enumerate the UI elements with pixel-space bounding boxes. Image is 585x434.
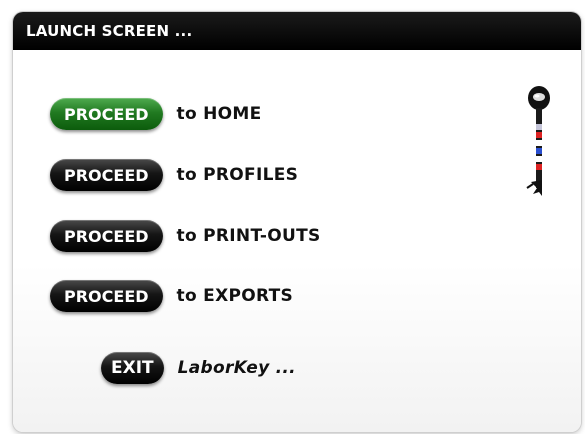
action-row-exports: PROCEED to EXPORTS xyxy=(50,278,293,314)
proceed-exports-button[interactable]: PROCEED xyxy=(50,280,163,312)
proceed-home-button[interactable]: PROCEED xyxy=(50,98,163,130)
action-label-exports: to EXPORTS xyxy=(176,286,294,306)
action-label-home: to HOME xyxy=(176,104,262,124)
exit-button[interactable]: EXIT xyxy=(101,352,164,384)
action-row-print-outs: PROCEED to PRINT-OUTS xyxy=(50,218,321,254)
app-name-label: LaborKey ... xyxy=(177,358,296,378)
action-row-home: PROCEED to HOME xyxy=(50,96,262,132)
action-row-profiles: PROCEED to PROFILES xyxy=(50,157,298,193)
action-label-profiles: to PROFILES xyxy=(176,165,299,185)
action-label-print-outs: to PRINT-OUTS xyxy=(176,226,321,246)
key-icon xyxy=(523,84,559,203)
window-title: LAUNCH SCREEN ... xyxy=(13,12,581,50)
exit-row: EXIT LaborKey ... xyxy=(101,350,296,386)
proceed-profiles-button[interactable]: PROCEED xyxy=(50,159,163,191)
proceed-print-outs-button[interactable]: PROCEED xyxy=(50,220,163,252)
launch-screen-window: LAUNCH SCREEN ... PROCEED to HOME PROCEE… xyxy=(13,12,581,432)
